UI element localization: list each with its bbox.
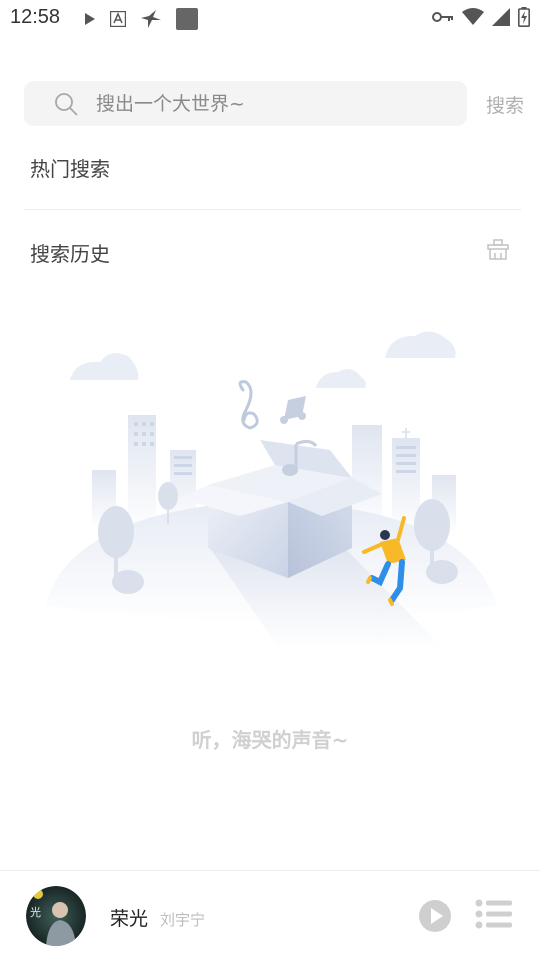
play-button[interactable] — [418, 899, 452, 933]
album-text: 光 — [30, 905, 41, 919]
album-art[interactable]: 光 — [26, 886, 86, 946]
song-artist: 刘宇宁 — [160, 911, 206, 929]
search-history-title: 搜索历史 — [30, 242, 110, 266]
search-button[interactable]: 搜索 — [486, 91, 524, 118]
status-right-icons — [432, 7, 530, 27]
clear-history-icon[interactable] — [486, 238, 510, 262]
battery-charging-icon — [518, 7, 530, 27]
status-time: 12:58 — [10, 6, 61, 28]
text-a-icon — [110, 11, 126, 27]
play-icon — [85, 13, 95, 25]
mini-player[interactable]: 光 荣光 刘宇宁 — [0, 870, 540, 960]
empty-state-text: 听，海哭的声音~ — [191, 728, 349, 752]
search-bar — [24, 81, 467, 126]
wifi-icon — [462, 8, 484, 25]
search-icon — [55, 93, 78, 116]
divider — [24, 209, 521, 210]
status-left-icons — [84, 8, 198, 30]
status-bar: 12:58 — [0, 0, 540, 36]
bird-icon — [141, 10, 161, 28]
cell-signal-icon — [492, 8, 510, 26]
key-icon — [432, 12, 453, 22]
square-app-icon — [176, 8, 198, 30]
search-input[interactable] — [96, 81, 446, 126]
song-title: 荣光 — [110, 908, 149, 930]
playlist-icon[interactable] — [475, 899, 513, 929]
hot-search-title: 热门搜索 — [30, 157, 110, 181]
empty-state-illustration — [46, 331, 496, 650]
